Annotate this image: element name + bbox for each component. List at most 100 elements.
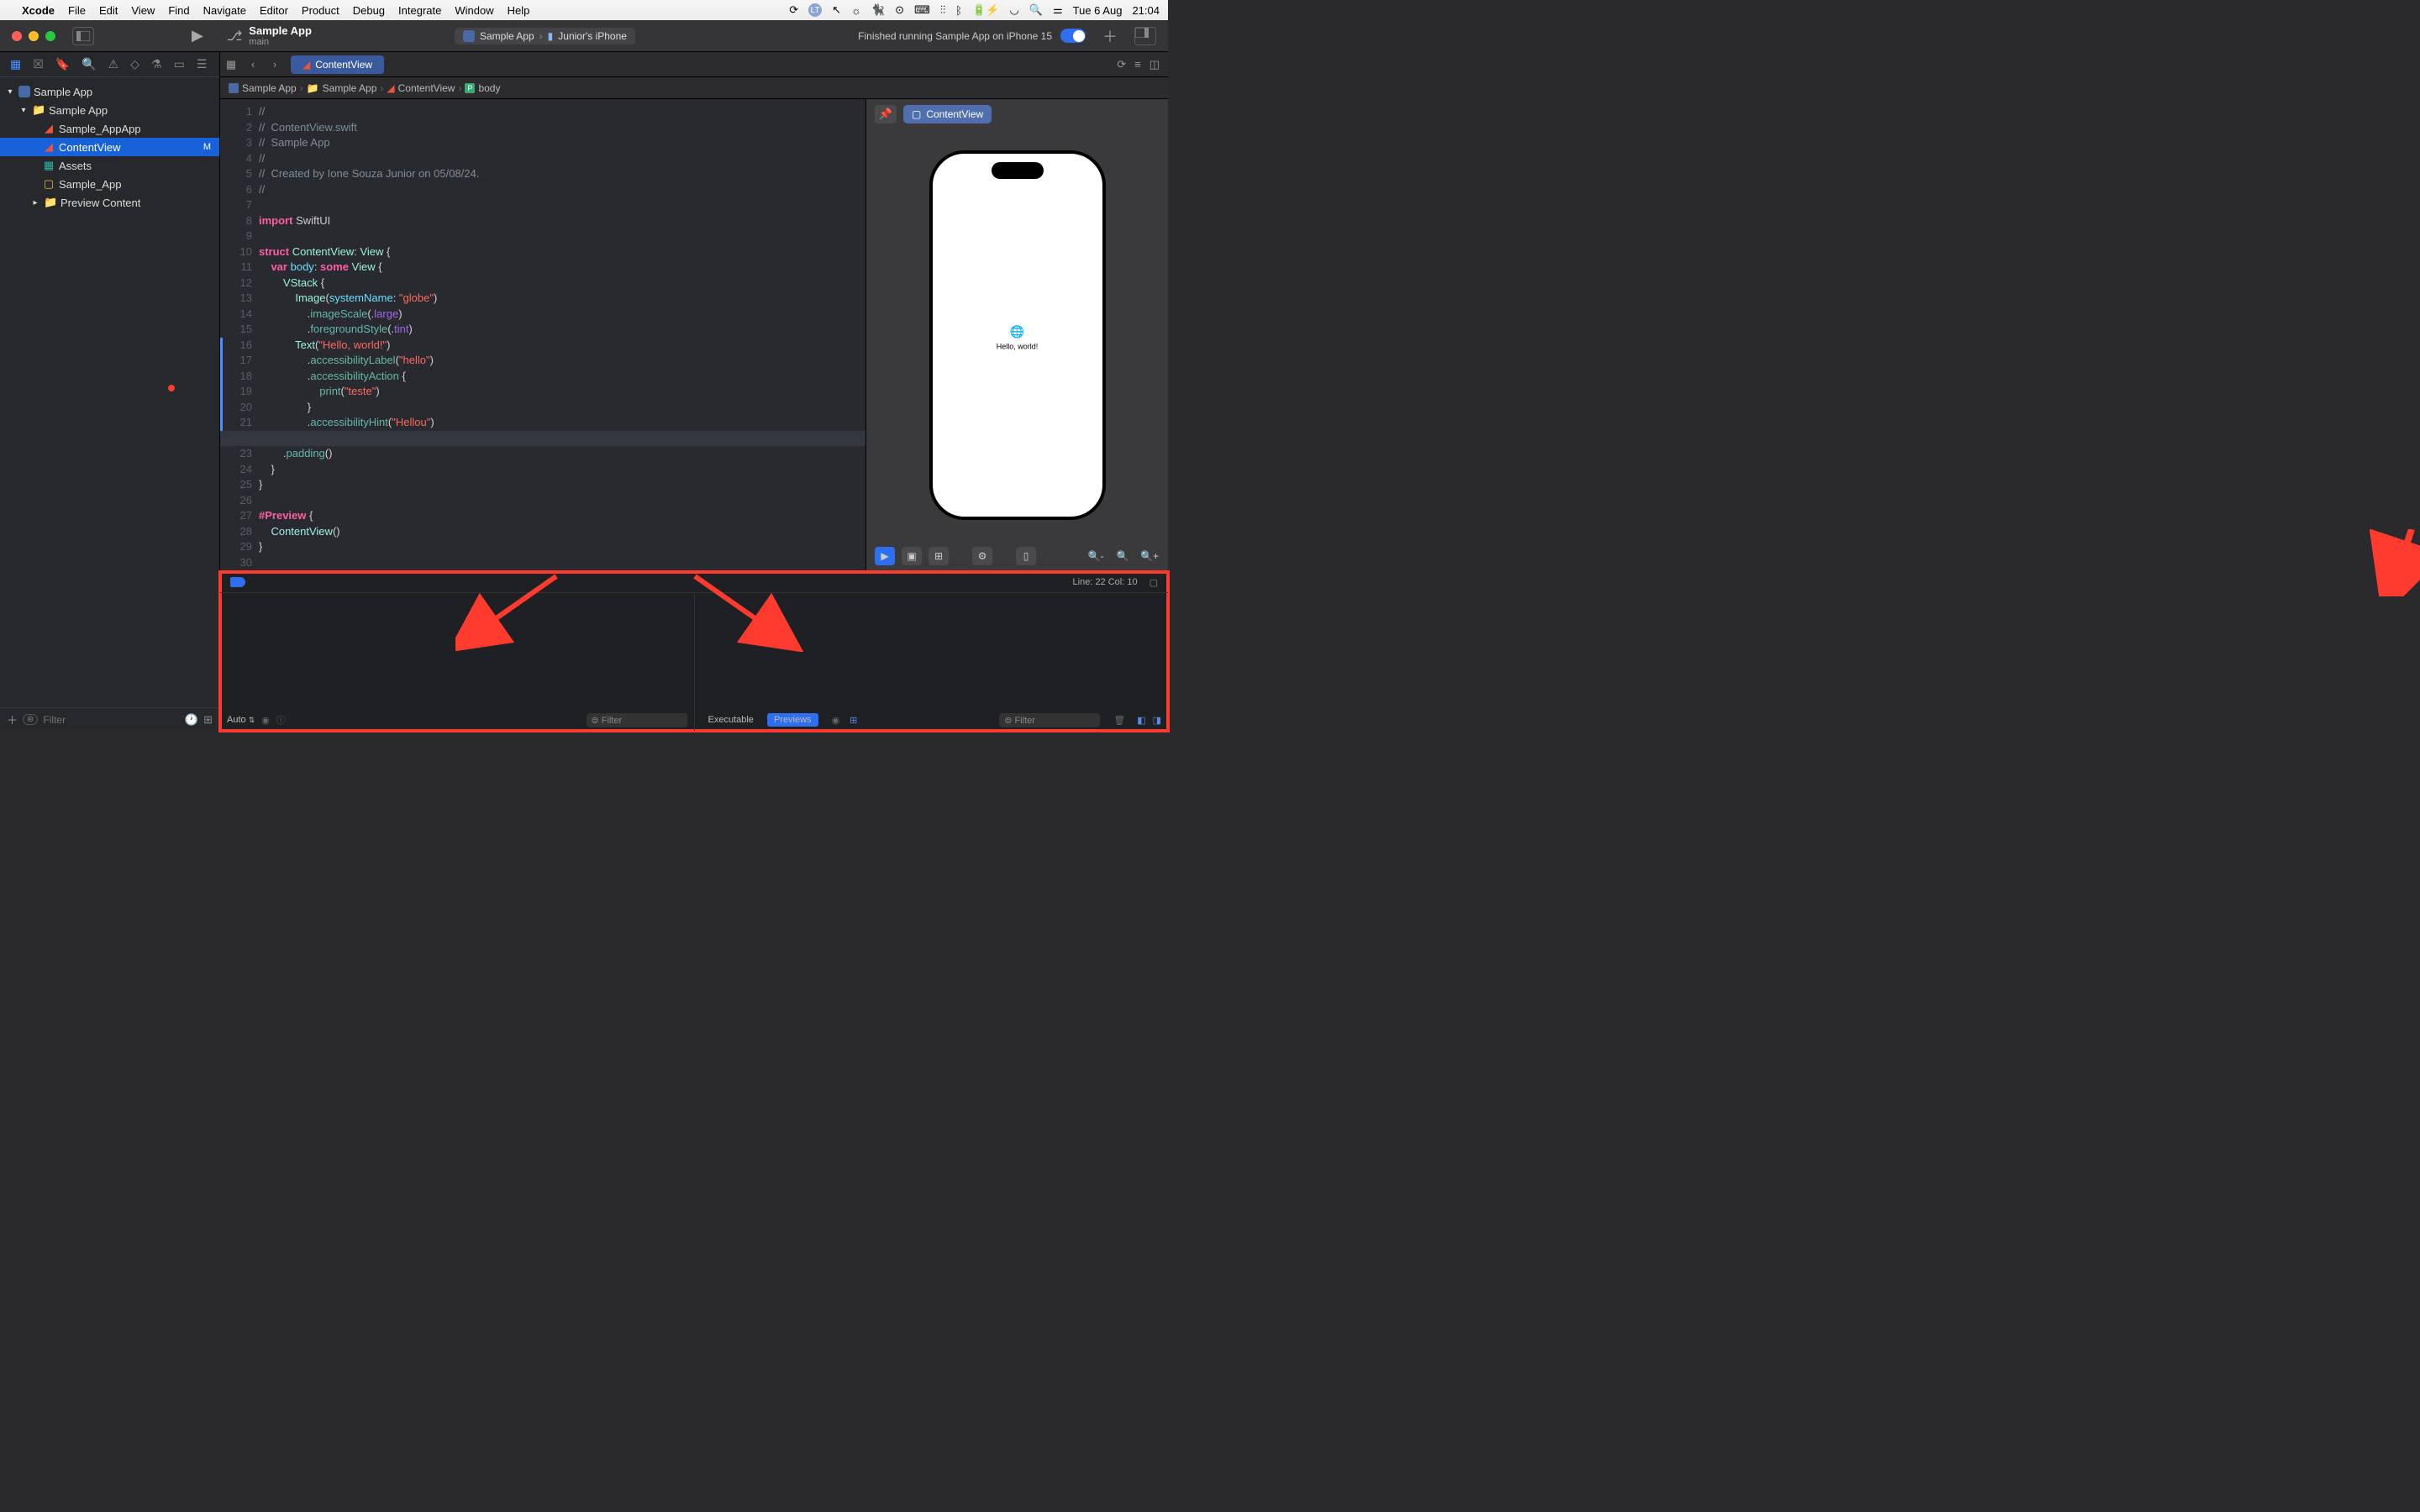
jump-seg[interactable]: body (478, 82, 500, 94)
breakpoint-toggle[interactable] (230, 577, 245, 587)
run-button[interactable]: ▶ (192, 27, 203, 45)
device-settings-button[interactable]: ⚙ (972, 547, 992, 565)
zoom-in-button[interactable]: 🔍+ (1139, 547, 1160, 565)
split-icon[interactable]: ◫ (1150, 58, 1160, 71)
selectable-button[interactable]: ▣ (902, 547, 922, 565)
metrics-icon[interactable]: ⊞ (850, 715, 857, 726)
menu-editor[interactable]: Editor (260, 4, 288, 17)
control-center-icon[interactable]: ⚌ (1053, 3, 1063, 17)
zoom-window-button[interactable] (45, 31, 55, 41)
right-pane-icon[interactable]: ◨ (1153, 715, 1161, 726)
issues-tab-icon[interactable]: ⚠ (108, 57, 119, 71)
jump-seg[interactable]: ContentView (398, 82, 455, 94)
filter-scope-button[interactable]: ⊜ (23, 714, 38, 725)
wifi-icon[interactable]: ◡ (1009, 3, 1018, 17)
metadata-icon[interactable]: ◉ (832, 715, 840, 726)
quicklook-icon[interactable]: ◉ (261, 715, 270, 726)
tree-folder-preview[interactable]: ▸ 📁 Preview Content (0, 193, 219, 212)
variables-view[interactable]: Auto ⇅ ◉ ⓘ ⊜ Filter (220, 592, 695, 731)
scm-filter-icon[interactable]: ⊞ (203, 713, 213, 727)
editor-tab-active[interactable]: ◢ ContentView (291, 55, 384, 74)
pin-preview-button[interactable]: 📌 (875, 105, 897, 123)
zoom-out-button[interactable]: 🔍- (1086, 547, 1106, 565)
keyboard-icon[interactable]: ⌨ (914, 3, 930, 17)
orientation-button[interactable]: ▯ (1016, 547, 1036, 565)
console-filter[interactable]: ⊜ Filter (999, 713, 1100, 727)
menu-help[interactable]: Help (508, 4, 530, 17)
tree-file-entitlements[interactable]: ▢ Sample_App (0, 175, 219, 193)
add-tab-button[interactable]: ＋ (1102, 25, 1118, 47)
info-icon[interactable]: ⓘ (276, 713, 286, 727)
toggle-navigator-button[interactable] (72, 27, 94, 45)
menu-integrate[interactable]: Integrate (398, 4, 441, 17)
filter-input[interactable] (43, 714, 180, 726)
battery-icon[interactable]: 🔋⚡ (972, 3, 999, 17)
device-preview[interactable]: 🌐 Hello, world! (929, 150, 1106, 520)
related-items-button[interactable]: ▦ (220, 58, 242, 71)
brightness-icon[interactable]: ☼ (851, 4, 861, 17)
live-preview-button[interactable]: ▶ (875, 547, 895, 565)
play-icon[interactable]: ⊙ (895, 3, 904, 17)
source-control-icon[interactable]: ⎇ (227, 28, 242, 45)
clock-icon[interactable]: 🕐 (185, 713, 198, 727)
disclosure-icon[interactable]: ▸ (30, 198, 40, 207)
executable-tab[interactable]: Executable (702, 713, 760, 727)
jump-seg[interactable]: Sample App (242, 82, 297, 94)
tree-file-contentview[interactable]: ◢ ContentView M (0, 138, 219, 156)
back-button[interactable]: ‹ (242, 58, 264, 71)
preview-switch[interactable] (1060, 29, 1086, 43)
refresh-icon[interactable]: ⟳ (1117, 58, 1126, 71)
menu-debug[interactable]: Debug (353, 4, 385, 17)
tree-folder[interactable]: ▾ 📁 Sample App (0, 101, 219, 119)
app-menu[interactable]: Xcode (22, 4, 55, 17)
tree-project-root[interactable]: ▾ Sample App (0, 82, 219, 101)
date-label[interactable]: Tue 6 Aug (1073, 4, 1123, 17)
translate-icon[interactable]: LT (808, 3, 822, 17)
lines-icon[interactable]: ≡ (1134, 58, 1141, 71)
cat-icon[interactable]: 🐈‍⬛ (871, 3, 885, 17)
project-tab-icon[interactable]: ▦ (10, 57, 21, 71)
cursor-icon[interactable]: ↖ (832, 3, 841, 17)
search-icon[interactable]: 🔍 (1029, 3, 1043, 17)
toggle-debug-button[interactable]: ▢ (1150, 577, 1158, 588)
jump-seg[interactable]: Sample App (323, 82, 377, 94)
zoom-fit-button[interactable]: 🔍 (1113, 547, 1133, 565)
variables-filter[interactable]: ⊜ Filter (587, 713, 687, 727)
menu-find[interactable]: Find (168, 4, 189, 17)
menu-navigate[interactable]: Navigate (203, 4, 246, 17)
variants-button[interactable]: ⊞ (929, 547, 949, 565)
find-tab-icon[interactable]: 🔍 (82, 57, 96, 71)
bluetooth-icon[interactable]: ᛒ (955, 4, 962, 17)
trash-icon[interactable]: 🗑 (1113, 715, 1125, 726)
tuning-fork-icon[interactable]: ⫶⫶ (940, 3, 946, 17)
scheme-selector[interactable]: Sample App › ▮ Junior's iPhone (455, 28, 635, 45)
reports-tab-icon[interactable]: ☰ (197, 57, 208, 71)
preview-tab[interactable]: ▢ ContentView (903, 105, 992, 123)
jump-bar[interactable]: Sample App › 📁Sample App › ◢ContentView … (220, 77, 1168, 99)
tree-file-app[interactable]: ◢ Sample_AppApp (0, 119, 219, 138)
previews-tab[interactable]: Previews (767, 713, 818, 727)
menu-view[interactable]: View (131, 4, 155, 17)
console-view[interactable]: Executable Previews ◉ ⊞ ⊜ Filter 🗑 ◧ ◨ (695, 592, 1169, 731)
debug-tab-icon[interactable]: ⚗ (151, 57, 162, 71)
left-pane-icon[interactable]: ◧ (1137, 715, 1145, 726)
menu-window[interactable]: Window (455, 4, 493, 17)
add-file-button[interactable]: ＋ (7, 711, 18, 727)
tests-tab-icon[interactable]: ◇ (130, 57, 139, 71)
minimize-window-button[interactable] (29, 31, 39, 41)
menu-edit[interactable]: Edit (99, 4, 118, 17)
source-editor[interactable]: 1234567891011121314151617181920212223242… (220, 99, 865, 571)
menu-product[interactable]: Product (302, 4, 339, 17)
disclosure-icon[interactable]: ▾ (18, 106, 29, 115)
bookmarks-tab-icon[interactable]: 🔖 (55, 57, 70, 71)
forward-button[interactable]: › (264, 58, 286, 71)
disclosure-icon[interactable]: ▾ (5, 87, 15, 97)
source-control-tab-icon[interactable]: ☒ (33, 57, 44, 71)
timemachine-icon[interactable]: ⟳ (789, 3, 798, 17)
breakpoints-tab-icon[interactable]: ▭ (174, 57, 185, 71)
menu-file[interactable]: File (68, 4, 86, 17)
time-label[interactable]: 21:04 (1132, 4, 1160, 17)
auto-scope-button[interactable]: Auto ⇅ (227, 715, 255, 725)
tree-file-assets[interactable]: ▦ Assets (0, 156, 219, 175)
close-window-button[interactable] (12, 31, 22, 41)
